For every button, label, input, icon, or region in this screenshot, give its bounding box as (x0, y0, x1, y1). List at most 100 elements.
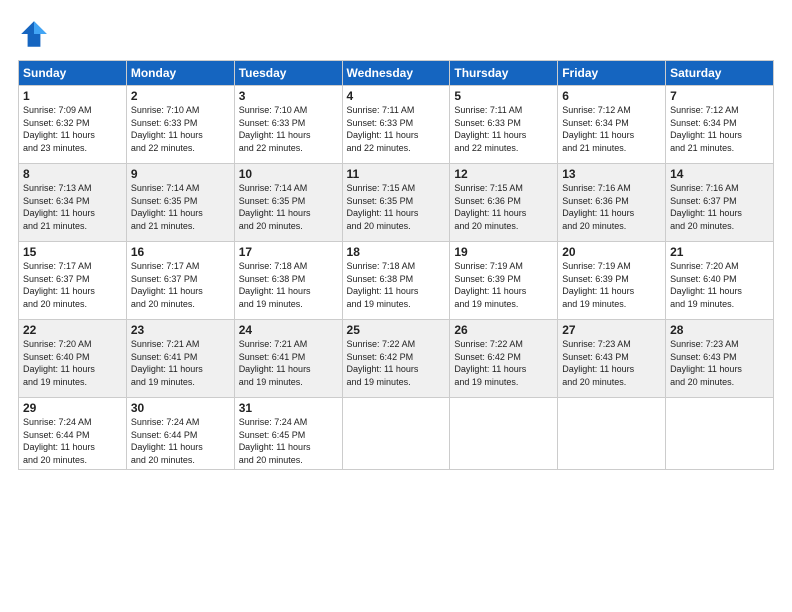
calendar-cell: 12Sunrise: 7:15 AM Sunset: 6:36 PM Dayli… (450, 164, 558, 242)
day-info: Sunrise: 7:22 AM Sunset: 6:42 PM Dayligh… (347, 338, 446, 388)
page: SundayMondayTuesdayWednesdayThursdayFrid… (0, 0, 792, 612)
day-number: 25 (347, 323, 446, 337)
day-number: 13 (562, 167, 661, 181)
calendar-week-row: 22Sunrise: 7:20 AM Sunset: 6:40 PM Dayli… (19, 320, 774, 398)
calendar-cell: 10Sunrise: 7:14 AM Sunset: 6:35 PM Dayli… (234, 164, 342, 242)
day-number: 11 (347, 167, 446, 181)
calendar-cell: 14Sunrise: 7:16 AM Sunset: 6:37 PM Dayli… (666, 164, 774, 242)
day-number: 21 (670, 245, 769, 259)
day-info: Sunrise: 7:16 AM Sunset: 6:37 PM Dayligh… (670, 182, 769, 232)
day-number: 24 (239, 323, 338, 337)
calendar-cell: 27Sunrise: 7:23 AM Sunset: 6:43 PM Dayli… (558, 320, 666, 398)
day-number: 14 (670, 167, 769, 181)
day-info: Sunrise: 7:13 AM Sunset: 6:34 PM Dayligh… (23, 182, 122, 232)
calendar-cell (342, 398, 450, 470)
calendar-week-row: 29Sunrise: 7:24 AM Sunset: 6:44 PM Dayli… (19, 398, 774, 470)
calendar-cell (666, 398, 774, 470)
day-info: Sunrise: 7:09 AM Sunset: 6:32 PM Dayligh… (23, 104, 122, 154)
calendar-cell: 28Sunrise: 7:23 AM Sunset: 6:43 PM Dayli… (666, 320, 774, 398)
day-number: 3 (239, 89, 338, 103)
calendar-cell: 2Sunrise: 7:10 AM Sunset: 6:33 PM Daylig… (126, 86, 234, 164)
day-info: Sunrise: 7:10 AM Sunset: 6:33 PM Dayligh… (239, 104, 338, 154)
calendar-cell: 24Sunrise: 7:21 AM Sunset: 6:41 PM Dayli… (234, 320, 342, 398)
calendar-cell: 29Sunrise: 7:24 AM Sunset: 6:44 PM Dayli… (19, 398, 127, 470)
day-info: Sunrise: 7:15 AM Sunset: 6:36 PM Dayligh… (454, 182, 553, 232)
calendar-cell: 25Sunrise: 7:22 AM Sunset: 6:42 PM Dayli… (342, 320, 450, 398)
calendar-cell: 13Sunrise: 7:16 AM Sunset: 6:36 PM Dayli… (558, 164, 666, 242)
day-info: Sunrise: 7:12 AM Sunset: 6:34 PM Dayligh… (670, 104, 769, 154)
calendar-cell: 18Sunrise: 7:18 AM Sunset: 6:38 PM Dayli… (342, 242, 450, 320)
calendar-cell: 26Sunrise: 7:22 AM Sunset: 6:42 PM Dayli… (450, 320, 558, 398)
day-info: Sunrise: 7:15 AM Sunset: 6:35 PM Dayligh… (347, 182, 446, 232)
day-info: Sunrise: 7:16 AM Sunset: 6:36 PM Dayligh… (562, 182, 661, 232)
logo-icon (18, 18, 50, 50)
calendar-cell: 6Sunrise: 7:12 AM Sunset: 6:34 PM Daylig… (558, 86, 666, 164)
day-number: 5 (454, 89, 553, 103)
day-number: 23 (131, 323, 230, 337)
calendar-cell: 19Sunrise: 7:19 AM Sunset: 6:39 PM Dayli… (450, 242, 558, 320)
calendar-cell (558, 398, 666, 470)
day-info: Sunrise: 7:12 AM Sunset: 6:34 PM Dayligh… (562, 104, 661, 154)
day-info: Sunrise: 7:18 AM Sunset: 6:38 PM Dayligh… (239, 260, 338, 310)
day-info: Sunrise: 7:23 AM Sunset: 6:43 PM Dayligh… (562, 338, 661, 388)
day-info: Sunrise: 7:14 AM Sunset: 6:35 PM Dayligh… (239, 182, 338, 232)
day-info: Sunrise: 7:11 AM Sunset: 6:33 PM Dayligh… (347, 104, 446, 154)
day-number: 2 (131, 89, 230, 103)
day-number: 1 (23, 89, 122, 103)
day-info: Sunrise: 7:10 AM Sunset: 6:33 PM Dayligh… (131, 104, 230, 154)
calendar-cell: 23Sunrise: 7:21 AM Sunset: 6:41 PM Dayli… (126, 320, 234, 398)
day-number: 20 (562, 245, 661, 259)
day-number: 31 (239, 401, 338, 415)
calendar-cell: 7Sunrise: 7:12 AM Sunset: 6:34 PM Daylig… (666, 86, 774, 164)
day-header-wednesday: Wednesday (342, 61, 450, 86)
day-number: 15 (23, 245, 122, 259)
day-info: Sunrise: 7:24 AM Sunset: 6:45 PM Dayligh… (239, 416, 338, 466)
calendar-cell: 3Sunrise: 7:10 AM Sunset: 6:33 PM Daylig… (234, 86, 342, 164)
day-number: 22 (23, 323, 122, 337)
day-number: 12 (454, 167, 553, 181)
day-info: Sunrise: 7:20 AM Sunset: 6:40 PM Dayligh… (23, 338, 122, 388)
day-number: 9 (131, 167, 230, 181)
calendar-cell: 31Sunrise: 7:24 AM Sunset: 6:45 PM Dayli… (234, 398, 342, 470)
day-number: 10 (239, 167, 338, 181)
day-info: Sunrise: 7:24 AM Sunset: 6:44 PM Dayligh… (23, 416, 122, 466)
day-number: 4 (347, 89, 446, 103)
day-info: Sunrise: 7:11 AM Sunset: 6:33 PM Dayligh… (454, 104, 553, 154)
day-number: 28 (670, 323, 769, 337)
calendar-cell: 1Sunrise: 7:09 AM Sunset: 6:32 PM Daylig… (19, 86, 127, 164)
calendar-cell: 11Sunrise: 7:15 AM Sunset: 6:35 PM Dayli… (342, 164, 450, 242)
day-info: Sunrise: 7:19 AM Sunset: 6:39 PM Dayligh… (454, 260, 553, 310)
day-number: 17 (239, 245, 338, 259)
calendar-table: SundayMondayTuesdayWednesdayThursdayFrid… (18, 60, 774, 470)
day-number: 8 (23, 167, 122, 181)
calendar-cell: 8Sunrise: 7:13 AM Sunset: 6:34 PM Daylig… (19, 164, 127, 242)
calendar-cell: 5Sunrise: 7:11 AM Sunset: 6:33 PM Daylig… (450, 86, 558, 164)
day-number: 27 (562, 323, 661, 337)
header (18, 18, 774, 50)
calendar-week-row: 1Sunrise: 7:09 AM Sunset: 6:32 PM Daylig… (19, 86, 774, 164)
calendar-cell: 4Sunrise: 7:11 AM Sunset: 6:33 PM Daylig… (342, 86, 450, 164)
day-info: Sunrise: 7:18 AM Sunset: 6:38 PM Dayligh… (347, 260, 446, 310)
calendar-cell: 20Sunrise: 7:19 AM Sunset: 6:39 PM Dayli… (558, 242, 666, 320)
calendar-week-row: 15Sunrise: 7:17 AM Sunset: 6:37 PM Dayli… (19, 242, 774, 320)
calendar-cell: 22Sunrise: 7:20 AM Sunset: 6:40 PM Dayli… (19, 320, 127, 398)
calendar-cell: 16Sunrise: 7:17 AM Sunset: 6:37 PM Dayli… (126, 242, 234, 320)
day-info: Sunrise: 7:19 AM Sunset: 6:39 PM Dayligh… (562, 260, 661, 310)
calendar-cell: 9Sunrise: 7:14 AM Sunset: 6:35 PM Daylig… (126, 164, 234, 242)
day-info: Sunrise: 7:24 AM Sunset: 6:44 PM Dayligh… (131, 416, 230, 466)
day-number: 19 (454, 245, 553, 259)
day-number: 6 (562, 89, 661, 103)
day-info: Sunrise: 7:21 AM Sunset: 6:41 PM Dayligh… (131, 338, 230, 388)
day-header-monday: Monday (126, 61, 234, 86)
day-number: 26 (454, 323, 553, 337)
day-header-thursday: Thursday (450, 61, 558, 86)
day-header-saturday: Saturday (666, 61, 774, 86)
day-info: Sunrise: 7:14 AM Sunset: 6:35 PM Dayligh… (131, 182, 230, 232)
day-number: 30 (131, 401, 230, 415)
day-info: Sunrise: 7:21 AM Sunset: 6:41 PM Dayligh… (239, 338, 338, 388)
day-number: 7 (670, 89, 769, 103)
calendar-cell: 17Sunrise: 7:18 AM Sunset: 6:38 PM Dayli… (234, 242, 342, 320)
day-header-tuesday: Tuesday (234, 61, 342, 86)
day-info: Sunrise: 7:22 AM Sunset: 6:42 PM Dayligh… (454, 338, 553, 388)
calendar-cell: 15Sunrise: 7:17 AM Sunset: 6:37 PM Dayli… (19, 242, 127, 320)
